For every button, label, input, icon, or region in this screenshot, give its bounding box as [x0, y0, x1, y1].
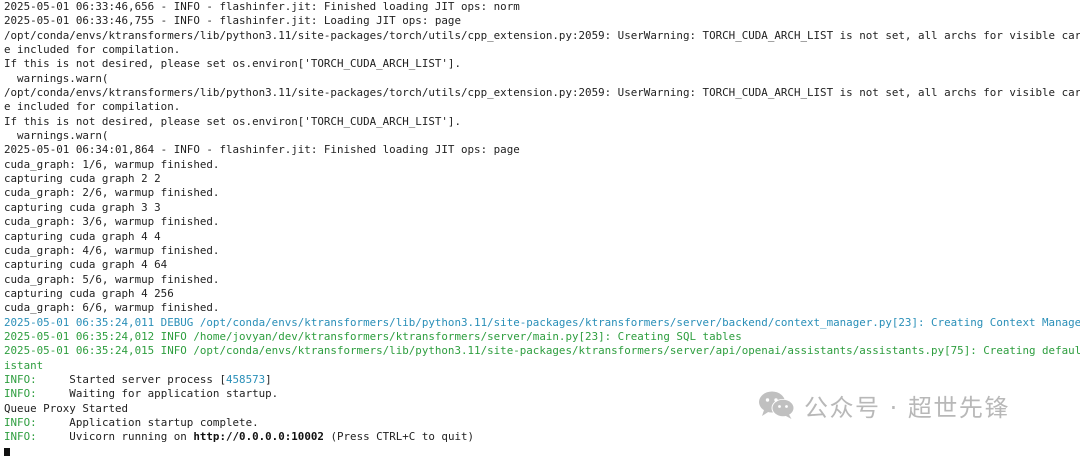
- terminal-text-segment: /opt/conda/envs/ktransformers/lib/python…: [4, 86, 1080, 100]
- terminal-line: /opt/conda/envs/ktransformers/lib/python…: [4, 86, 1080, 100]
- terminal-line: capturing cuda graph 4 64: [4, 258, 1080, 272]
- terminal-line: cuda_graph: 4/6, warmup finished.: [4, 244, 1080, 258]
- terminal-text-segment: e included for compilation.: [4, 100, 181, 114]
- terminal-line: 2025-05-01 06:35:24,015 INFO /opt/conda/…: [4, 344, 1080, 358]
- terminal-text-segment: e included for compilation.: [4, 43, 181, 57]
- terminal-text-segment: 2025-05-01 06:35:24,015 INFO /opt/conda/…: [4, 344, 1080, 358]
- terminal-line: capturing cuda graph 4 4: [4, 230, 1080, 244]
- terminal-line: e included for compilation.: [4, 100, 1080, 114]
- terminal-text-segment: capturing cuda graph 2 2: [4, 172, 161, 186]
- terminal-text-segment: ]: [265, 372, 272, 386]
- terminal-text-segment: capturing cuda graph 4 64: [4, 258, 168, 272]
- terminal-line: capturing cuda graph 4 256: [4, 287, 1080, 301]
- terminal-line: cuda_graph: 3/6, warmup finished.: [4, 215, 1080, 229]
- terminal-text-segment: Queue Proxy Started: [4, 401, 129, 415]
- terminal-cursor-line: [4, 445, 1080, 459]
- terminal-text-segment: INFO:: [4, 387, 37, 401]
- terminal-line: /opt/conda/envs/ktransformers/lib/python…: [4, 29, 1080, 43]
- terminal-text-segment: capturing cuda graph 4 4: [4, 229, 161, 243]
- terminal-text-segment: INFO:: [4, 430, 37, 444]
- terminal-text-segment: cuda_graph: 1/6, warmup finished.: [4, 157, 220, 171]
- terminal-line: 2025-05-01 06:34:01,864 - INFO - flashin…: [4, 143, 1080, 157]
- terminal-text-segment: 2025-05-01 06:35:24,011 DEBUG /opt/conda…: [4, 315, 1080, 329]
- terminal-text-segment: http://0.0.0.0:10002: [193, 430, 324, 444]
- terminal-text-segment: cuda_graph: 5/6, warmup finished.: [4, 272, 220, 286]
- terminal-line: e included for compilation.: [4, 43, 1080, 57]
- terminal-line: capturing cuda graph 2 2: [4, 172, 1080, 186]
- watermark-text: 公众号 · 超世先锋: [804, 393, 1010, 422]
- terminal-text-segment: capturing cuda graph 4 256: [4, 286, 174, 300]
- terminal-text-segment: 2025-05-01 06:35:24,012 INFO /home/jovya…: [4, 329, 742, 343]
- terminal-text-segment: Application startup complete.: [36, 415, 259, 429]
- terminal-line: cuda_graph: 6/6, warmup finished.: [4, 301, 1080, 315]
- terminal-text-segment: 2025-05-01 06:34:01,864 - INFO - flashin…: [4, 143, 520, 157]
- terminal-text-segment: Waiting for application startup.: [36, 387, 279, 401]
- terminal-line: warnings.warn(: [4, 129, 1080, 143]
- terminal-line: capturing cuda graph 3 3: [4, 201, 1080, 215]
- terminal-text-segment: 2025-05-01 06:33:46,755 - INFO - flashin…: [4, 14, 461, 28]
- terminal-text-segment: INFO:: [4, 372, 37, 386]
- terminal-text-segment: istant: [4, 358, 44, 372]
- terminal-text-segment: warnings.warn(: [4, 71, 109, 85]
- terminal-text-segment: If this is not desired, please set os.en…: [4, 114, 461, 128]
- watermark: 公众号 · 超世先锋: [758, 388, 1010, 422]
- terminal-text-segment: 458573: [225, 372, 266, 386]
- terminal-line: If this is not desired, please set os.en…: [4, 115, 1080, 129]
- wechat-icon: [758, 390, 796, 420]
- terminal-text-segment: /opt/conda/envs/ktransformers/lib/python…: [4, 28, 1080, 42]
- terminal-line: INFO: Uvicorn running on http://0.0.0.0:…: [4, 430, 1080, 444]
- terminal-line: istant: [4, 359, 1080, 373]
- terminal-line: 2025-05-01 06:35:24,011 DEBUG /opt/conda…: [4, 316, 1080, 330]
- terminal-line: cuda_graph: 1/6, warmup finished.: [4, 158, 1080, 172]
- terminal-line: 2025-05-01 06:33:46,755 - INFO - flashin…: [4, 14, 1080, 28]
- terminal-text-segment: capturing cuda graph 3 3: [4, 200, 161, 214]
- terminal-text-segment: Uvicorn running on: [36, 430, 194, 444]
- terminal-line: cuda_graph: 2/6, warmup finished.: [4, 186, 1080, 200]
- terminal-line: 2025-05-01 06:33:46,656 - INFO - flashin…: [4, 0, 1080, 14]
- terminal-text-segment: cuda_graph: 2/6, warmup finished.: [4, 186, 220, 200]
- terminal-line: If this is not desired, please set os.en…: [4, 57, 1080, 71]
- terminal-text-segment: Started server process [: [36, 372, 226, 386]
- terminal-text-segment: If this is not desired, please set os.en…: [4, 57, 461, 71]
- terminal-line: INFO: Started server process [458573]: [4, 373, 1080, 387]
- terminal-text-segment: cuda_graph: 3/6, warmup finished.: [4, 215, 220, 229]
- terminal-text-segment: 2025-05-01 06:33:46,656 - INFO - flashin…: [4, 0, 520, 13]
- terminal-text-segment: warnings.warn(: [4, 129, 109, 143]
- terminal-text-segment: cuda_graph: 6/6, warmup finished.: [4, 301, 220, 315]
- terminal-line: warnings.warn(: [4, 72, 1080, 86]
- terminal-text-segment: INFO:: [4, 415, 37, 429]
- terminal-text-segment: (Press CTRL+C to quit): [323, 430, 475, 444]
- terminal-line: cuda_graph: 5/6, warmup finished.: [4, 273, 1080, 287]
- terminal-line: 2025-05-01 06:35:24,012 INFO /home/jovya…: [4, 330, 1080, 344]
- terminal-text-segment: cuda_graph: 4/6, warmup finished.: [4, 243, 220, 257]
